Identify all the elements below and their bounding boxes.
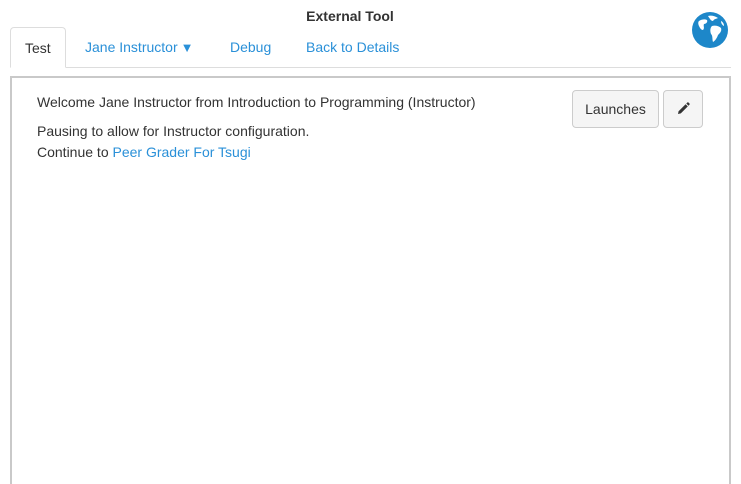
tab-back-to-details-label: Back to Details — [306, 39, 400, 55]
tab-bar: Test Jane Instructor ▼ Debug Back to Deta… — [10, 27, 731, 68]
tab-debug-label: Debug — [230, 39, 272, 55]
tab-test-label: Test — [25, 40, 51, 56]
tool-content-frame: Welcome Jane Instructor from Introductio… — [10, 76, 731, 484]
continue-link[interactable]: Peer Grader For Tsugi — [113, 144, 251, 160]
tab-debug[interactable]: Debug — [230, 27, 271, 67]
pencil-icon — [678, 102, 690, 114]
edit-button[interactable] — [663, 90, 703, 128]
continue-prefix: Continue to — [37, 144, 113, 160]
continue-line: Continue to Peer Grader For Tsugi — [37, 144, 251, 160]
tab-back-to-details[interactable]: Back to Details — [306, 27, 399, 67]
tab-user-menu[interactable]: Jane Instructor ▼ — [85, 27, 193, 67]
caret-down-icon: ▼ — [180, 40, 194, 55]
tab-user-menu-label: Jane Instructor — [85, 39, 178, 55]
launches-button[interactable]: Launches — [572, 90, 659, 128]
welcome-message: Welcome Jane Instructor from Introductio… — [37, 94, 476, 110]
tab-test[interactable]: Test — [10, 27, 66, 68]
app-root: External Tool Test Jane Instructor ▼ Debu… — [0, 0, 741, 484]
window-title: External Tool — [306, 8, 394, 24]
pause-message: Pausing to allow for Instructor configur… — [37, 123, 310, 139]
